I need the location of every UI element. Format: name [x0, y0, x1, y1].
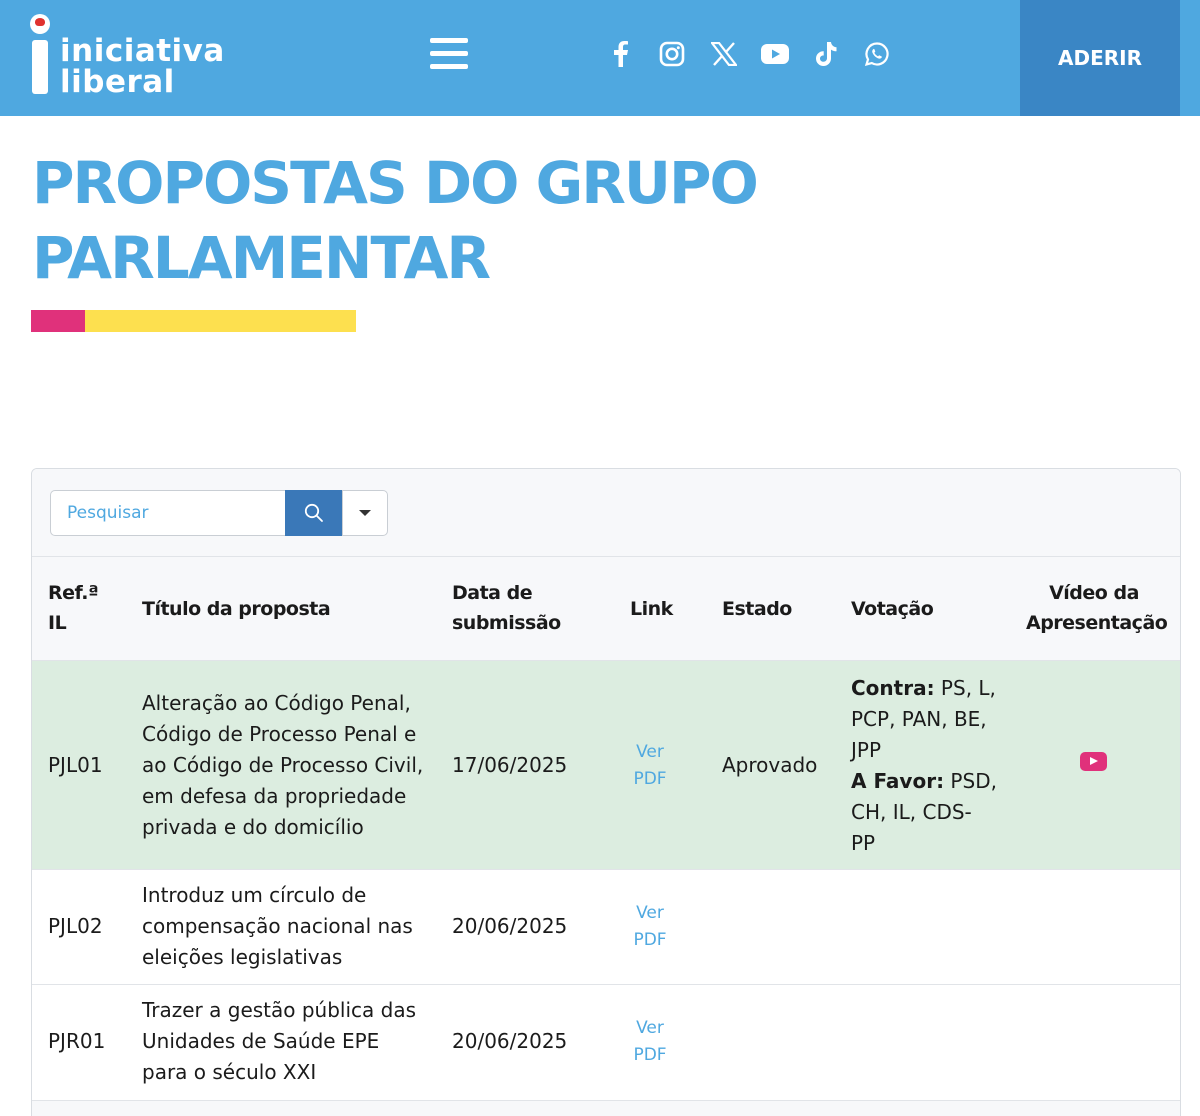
link-line2: PDF: [633, 930, 667, 950]
titulo-line: Trazer a gestão pública das: [142, 998, 417, 1022]
x-icon[interactable]: [709, 38, 739, 70]
logo-dot-icon: [30, 14, 50, 34]
table-row: PJL02 Introduz um círculo de compensação…: [32, 870, 1180, 985]
th-link[interactable]: Link: [630, 594, 673, 624]
titulo-line: compensação nacional nas: [142, 914, 413, 938]
ver-pdf-link[interactable]: Ver PDF: [620, 739, 680, 793]
page-title: PROPOSTAS DO GRUPO PARLAMENTAR: [32, 146, 832, 296]
titulo-line: Alteração ao Código Penal,: [142, 691, 411, 715]
favor-label: A Favor:: [851, 769, 945, 793]
th-titulo[interactable]: Título da proposta: [142, 594, 331, 624]
table-row: PJL01 Alteração ao Código Penal, Código …: [32, 661, 1180, 870]
link-line1: Ver: [636, 903, 664, 923]
logo[interactable]: iniciativa liberal: [30, 14, 230, 98]
page-title-line1: PROPOSTAS DO GRUPO: [32, 149, 759, 217]
titulo-line: privada e do domicílio: [142, 815, 364, 839]
search-options-dropdown[interactable]: [342, 490, 388, 536]
th-video-line2: Apresentação: [1026, 612, 1168, 634]
cell-data: 17/06/2025: [452, 753, 568, 777]
title-accent-yellow: [85, 310, 356, 332]
cell-titulo: Alteração ao Código Penal, Código de Pro…: [142, 688, 442, 843]
favor-parties: PSD,: [944, 769, 997, 793]
aderir-button[interactable]: ADERIR: [1020, 0, 1180, 116]
caret-down-icon: [359, 510, 371, 516]
th-votacao[interactable]: Votação: [851, 594, 934, 624]
logo-text: iniciativa liberal: [60, 36, 225, 98]
site-header: iniciativa liberal ADERIR: [0, 0, 1200, 116]
table-toolbar: [32, 469, 1180, 557]
cell-titulo: Introduz um círculo de compensação nacio…: [142, 880, 442, 973]
titulo-line: Introduz um círculo de: [142, 883, 367, 907]
search-icon: [304, 503, 323, 522]
youtube-video-icon[interactable]: [1080, 752, 1107, 771]
th-ref-line2: IL: [48, 612, 67, 634]
favor-parties: CH, IL, CDS-: [851, 800, 972, 824]
th-data-line2: submissão: [452, 612, 561, 634]
cell-votacao: Contra: PS, L, PCP, PAN, BE, JPP A Favor…: [851, 673, 1011, 859]
th-data[interactable]: Data de submissão: [452, 578, 561, 638]
table-row: [32, 1101, 1180, 1116]
th-video-line1: Vídeo da: [1049, 582, 1139, 604]
cell-estado: Aprovado: [722, 753, 818, 777]
whatsapp-icon[interactable]: [862, 38, 892, 70]
logo-line1: iniciativa: [60, 33, 225, 69]
th-data-line1: Data de: [452, 582, 533, 604]
facebook-icon[interactable]: [606, 38, 636, 70]
vote-favor-line: A Favor: PSD,: [851, 766, 1011, 797]
cell-data: 20/06/2025: [452, 914, 568, 938]
search-input[interactable]: [50, 490, 286, 536]
th-estado[interactable]: Estado: [722, 594, 792, 624]
ver-pdf-link[interactable]: Ver PDF: [620, 1015, 680, 1069]
contra-parties: PCP, PAN, BE,: [851, 707, 987, 731]
link-line2: PDF: [633, 769, 667, 789]
logo-bar: [32, 40, 48, 94]
contra-label: Contra:: [851, 676, 935, 700]
contra-parties: JPP: [851, 738, 882, 762]
titulo-line: Código de Processo Penal e: [142, 722, 417, 746]
hamburger-menu-icon[interactable]: [430, 38, 468, 70]
th-ref-line1: Ref.ª: [48, 582, 99, 604]
page-title-line2: PARLAMENTAR: [32, 224, 491, 292]
table-row: PJR01 Trazer a gestão pública das Unidad…: [32, 985, 1180, 1101]
table-header: Ref.ª IL Título da proposta Data de subm…: [32, 557, 1180, 661]
titulo-line: para o século XXI: [142, 1060, 317, 1084]
youtube-icon[interactable]: [760, 38, 790, 70]
link-line1: Ver: [636, 1018, 664, 1038]
title-accent-pink: [31, 310, 85, 332]
titulo-line: eleições legislativas: [142, 945, 343, 969]
proposals-table-card: Ref.ª IL Título da proposta Data de subm…: [31, 468, 1181, 1116]
cell-titulo: Trazer a gestão pública das Unidades de …: [142, 995, 442, 1088]
ver-pdf-link[interactable]: Ver PDF: [620, 900, 680, 954]
favor-parties: PP: [851, 831, 876, 855]
cell-ref: PJR01: [48, 1029, 106, 1053]
contra-parties: PS, L,: [934, 676, 996, 700]
cell-ref: PJL02: [48, 914, 103, 938]
vote-contra-line: Contra: PS, L,: [851, 673, 1011, 704]
titulo-line: em defesa da propriedade: [142, 784, 407, 808]
link-line1: Ver: [636, 742, 664, 762]
titulo-line: Unidades de Saúde EPE: [142, 1029, 380, 1053]
search-button[interactable]: [285, 490, 342, 536]
logo-line2: liberal: [60, 64, 175, 100]
tiktok-icon[interactable]: [811, 38, 841, 70]
th-ref[interactable]: Ref.ª IL: [48, 578, 99, 638]
link-line2: PDF: [633, 1045, 667, 1065]
cell-data: 20/06/2025: [452, 1029, 568, 1053]
instagram-icon[interactable]: [657, 38, 687, 70]
titulo-line: ao Código de Processo Civil,: [142, 753, 424, 777]
th-video[interactable]: Vídeo da Apresentação: [1026, 578, 1168, 638]
cell-ref: PJL01: [48, 753, 103, 777]
